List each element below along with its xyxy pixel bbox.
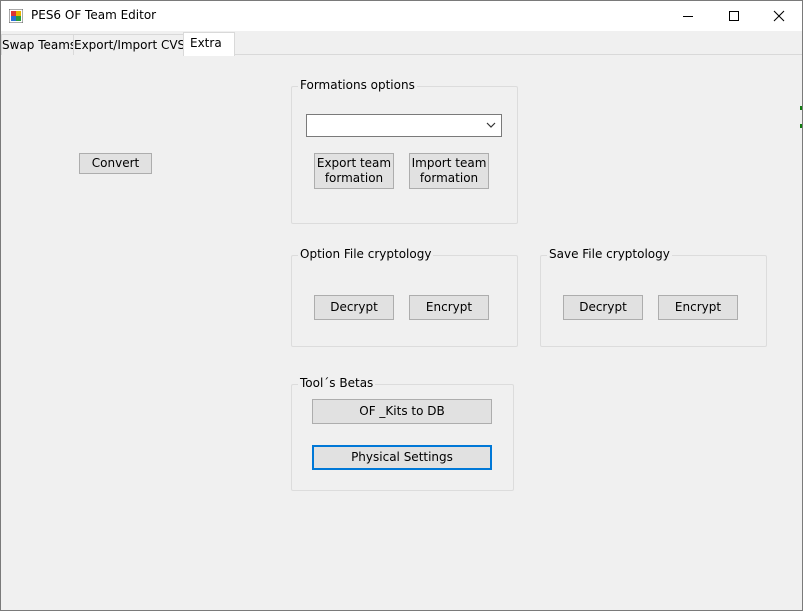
- group-title: Save File cryptology: [547, 247, 672, 261]
- of-kits-to-db-button[interactable]: OF _Kits to DB: [312, 399, 492, 424]
- chevron-down-icon: [486, 122, 496, 128]
- physical-settings-button[interactable]: Physical Settings: [312, 445, 492, 470]
- minimize-icon: [683, 16, 693, 17]
- option-file-decrypt-button[interactable]: Decrypt: [314, 295, 394, 320]
- minimize-button[interactable]: [665, 1, 711, 31]
- save-file-encrypt-button[interactable]: Encrypt: [658, 295, 738, 320]
- tab-export-import-cvs[interactable]: Export/Import CVS: [73, 34, 185, 55]
- tab-strip: Swap Teams Export/Import CVS Extra: [1, 32, 802, 56]
- formation-dropdown[interactable]: [306, 114, 502, 137]
- window-title: PES6 OF Team Editor: [31, 8, 157, 22]
- tab-extra[interactable]: Extra: [183, 32, 235, 56]
- group-title: Option File cryptology: [298, 247, 434, 261]
- tab-swap-teams[interactable]: Swap Teams: [1, 34, 76, 55]
- maximize-icon: [729, 11, 739, 21]
- edge-marker: [800, 124, 802, 128]
- app-window: PES6 OF Team Editor Swap Teams Export/Im…: [0, 0, 803, 611]
- option-file-encrypt-button[interactable]: Encrypt: [409, 295, 489, 320]
- close-button[interactable]: [756, 1, 802, 31]
- convert-button[interactable]: Convert: [79, 153, 152, 174]
- group-title: Tool´s Betas: [298, 376, 376, 390]
- edge-marker: [800, 106, 802, 110]
- export-team-formation-button[interactable]: Export team formation: [314, 153, 394, 189]
- maximize-button[interactable]: [711, 1, 757, 31]
- title-bar[interactable]: PES6 OF Team Editor: [1, 1, 802, 31]
- app-icon: [9, 9, 23, 23]
- save-file-decrypt-button[interactable]: Decrypt: [563, 295, 643, 320]
- close-icon: [773, 10, 785, 22]
- group-title: Formations options: [298, 78, 417, 92]
- import-team-formation-button[interactable]: Import team formation: [409, 153, 489, 189]
